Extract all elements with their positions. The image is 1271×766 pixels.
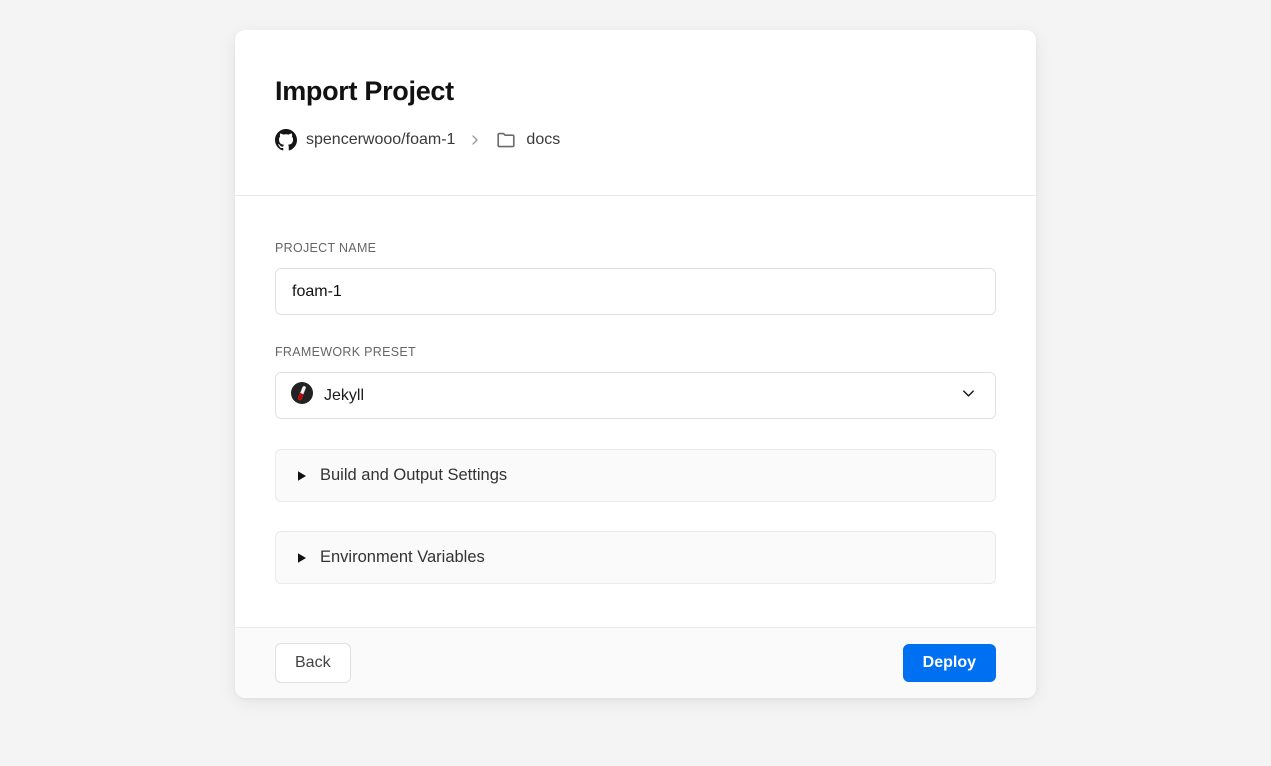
chevron-right-icon	[467, 132, 483, 148]
dialog-body: PROJECT NAME FRAMEWORK PRESET	[235, 196, 1036, 627]
project-name-input[interactable]	[275, 268, 996, 315]
build-output-settings-toggle[interactable]: Build and Output Settings	[275, 449, 996, 502]
disclosure-triangle-icon	[297, 470, 307, 482]
breadcrumb-directory: docs	[526, 131, 560, 149]
page-title: Import Project	[275, 76, 996, 107]
chevron-down-icon	[959, 384, 978, 408]
project-name-group: PROJECT NAME	[275, 241, 996, 315]
folder-icon	[495, 129, 517, 151]
framework-preset-label: FRAMEWORK PRESET	[275, 345, 996, 359]
dialog-header: Import Project spencerwooo/foam-1 docs	[235, 30, 1036, 196]
project-name-label: PROJECT NAME	[275, 241, 996, 255]
back-button[interactable]: Back	[275, 643, 351, 683]
framework-preset-value: Jekyll	[324, 387, 364, 405]
deploy-button[interactable]: Deploy	[903, 644, 996, 682]
breadcrumb-repo: spencerwooo/foam-1	[306, 131, 455, 149]
github-icon	[275, 129, 297, 151]
environment-variables-toggle[interactable]: Environment Variables	[275, 531, 996, 584]
breadcrumb: spencerwooo/foam-1 docs	[275, 129, 996, 151]
disclosure-triangle-icon	[297, 552, 307, 564]
import-project-dialog: Import Project spencerwooo/foam-1 docs	[235, 30, 1036, 698]
framework-preset-select[interactable]: Jekyll	[275, 372, 996, 419]
jekyll-icon	[290, 381, 314, 410]
section-label: Environment Variables	[320, 548, 485, 567]
framework-preset-group: FRAMEWORK PRESET Jekyll	[275, 345, 996, 419]
dialog-footer: Back Deploy	[235, 627, 1036, 698]
section-label: Build and Output Settings	[320, 466, 507, 485]
